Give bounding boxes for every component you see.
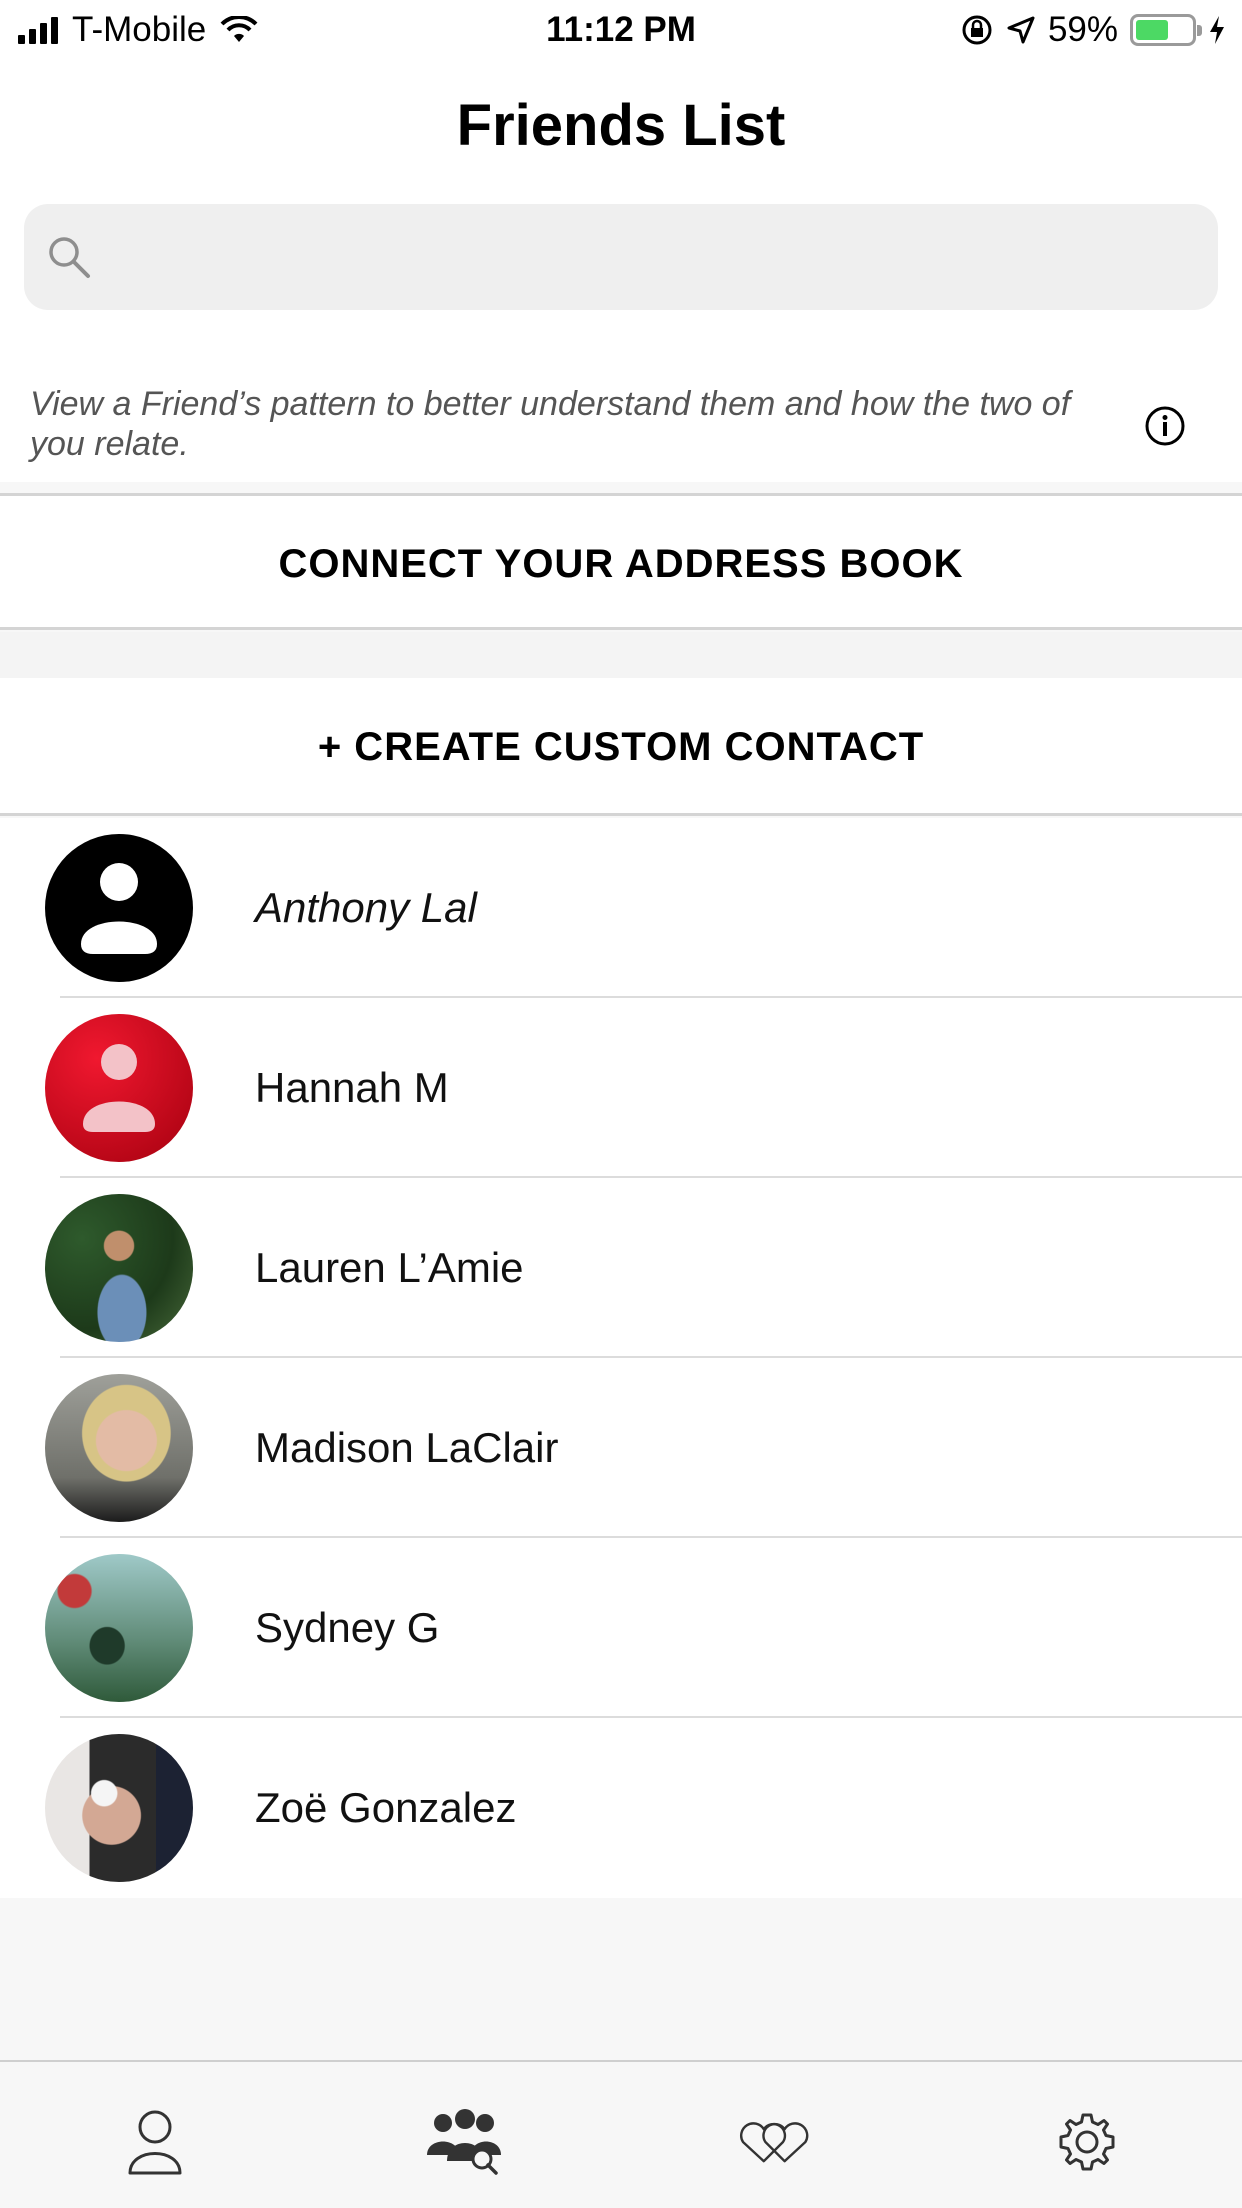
settings-tab[interactable]	[1047, 2102, 1127, 2182]
avatar	[45, 834, 193, 982]
orientation-lock-icon	[962, 15, 992, 45]
charging-icon	[1210, 16, 1224, 44]
list-item[interactable]: Zoë Gonzalez	[0, 1718, 1242, 1898]
info-icon[interactable]	[1144, 405, 1186, 447]
section-spacer	[0, 632, 1242, 678]
list-item[interactable]: Madison LaClair	[0, 1358, 1242, 1538]
list-item[interactable]: Hannah M	[0, 998, 1242, 1178]
list-item[interactable]: Sydney G	[0, 1538, 1242, 1718]
avatar-photo	[45, 1374, 193, 1522]
friend-pattern-hint: View a Friend’s pattern to better unders…	[30, 385, 1071, 463]
header-section: Friends List View a Friend’s pattern to …	[0, 62, 1242, 482]
friend-name: Anthony Lal	[255, 884, 477, 931]
friends-search-icon	[427, 2109, 501, 2175]
list-item[interactable]: Lauren L’Amie	[0, 1178, 1242, 1358]
status-right: 59%	[960, 10, 1226, 50]
tab-bar	[0, 2060, 1242, 2208]
friend-name: Zoë Gonzalez	[255, 1784, 517, 1831]
avatar-photo	[45, 1554, 193, 1702]
avatar-photo	[45, 1734, 193, 1882]
friend-name: Lauren L’Amie	[255, 1244, 524, 1291]
search-input[interactable]	[114, 204, 1198, 310]
avatar-photo	[45, 1194, 193, 1342]
two-hearts-icon	[740, 2122, 809, 2163]
friends-list: Anthony Lal Hannah M Lauren L’Amie Madis…	[0, 818, 1242, 1898]
relationships-tab[interactable]	[735, 2102, 815, 2182]
friend-name: Sydney G	[255, 1604, 440, 1651]
friend-name: Madison LaClair	[255, 1424, 559, 1471]
create-custom-contact-button[interactable]: + CREATE CUSTOM CONTACT	[0, 678, 1242, 816]
friend-name: Hannah M	[255, 1064, 449, 1111]
location-icon	[1007, 16, 1035, 44]
person-icon	[81, 863, 157, 954]
search-icon	[49, 237, 90, 278]
profile-tab[interactable]	[115, 2102, 195, 2182]
page-title: Friends List	[456, 93, 786, 158]
battery-icon	[1130, 14, 1202, 46]
friends-tab[interactable]	[425, 2102, 505, 2182]
connect-address-book-button[interactable]: CONNECT YOUR ADDRESS BOOK	[0, 493, 1242, 630]
battery-fill	[1136, 20, 1168, 40]
battery-percent: 59%	[1047, 10, 1118, 49]
friends-list-screen: T-Mobile 11:12 PM 59% Friends List View …	[0, 0, 1242, 2208]
gear-icon	[1059, 2113, 1115, 2171]
search-bar[interactable]	[24, 204, 1218, 310]
person-outline-icon	[128, 2110, 182, 2175]
status-bar: T-Mobile 11:12 PM 59%	[0, 0, 1242, 62]
person-icon	[83, 1044, 155, 1132]
avatar	[45, 1014, 193, 1162]
list-item[interactable]: Anthony Lal	[0, 818, 1242, 998]
